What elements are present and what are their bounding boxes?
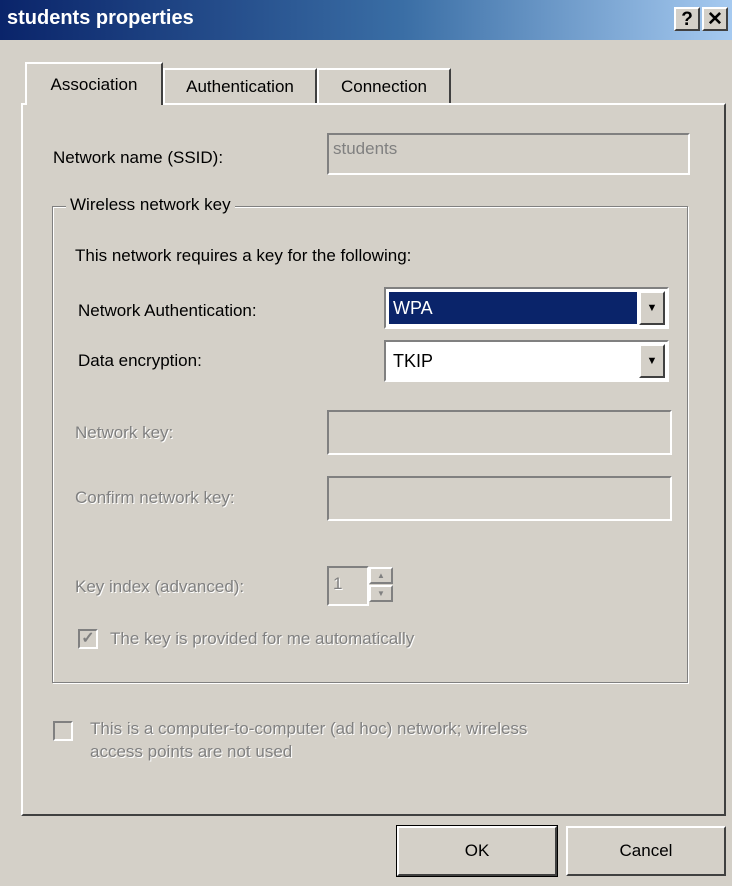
adhoc-label-line2: access points are not used [90, 742, 293, 761]
auto-key-checkbox[interactable]: ✓ [78, 629, 98, 649]
network-key-field[interactable] [327, 410, 672, 455]
help-button[interactable]: ? [674, 7, 700, 31]
requires-key-text: This network requires a key for the foll… [75, 246, 412, 265]
ssid-label: Network name (SSID): [53, 148, 224, 167]
encryption-select[interactable]: TKIP ▼ [384, 340, 669, 382]
auth-label: Network Authentication: [78, 301, 257, 320]
network-key-label: Network key: [75, 423, 174, 442]
checkmark-icon: ✓ [81, 630, 95, 647]
tab-association[interactable]: Association [25, 62, 163, 105]
auto-key-label: The key is provided for me automatically [110, 629, 415, 648]
close-icon: ✕ [707, 8, 723, 30]
auth-value: WPA [389, 292, 637, 324]
confirm-key-field[interactable] [327, 476, 672, 521]
close-button[interactable]: ✕ [702, 7, 728, 31]
arrow-up-icon[interactable]: ▲ [369, 567, 393, 584]
auth-select[interactable]: WPA ▼ [384, 287, 669, 329]
cancel-button[interactable]: Cancel [566, 826, 726, 876]
groupbox-title: Wireless network key [66, 195, 235, 215]
chevron-down-icon[interactable]: ▼ [639, 291, 665, 325]
encryption-value: TKIP [393, 350, 434, 371]
arrow-down-icon[interactable]: ▼ [369, 585, 393, 602]
window-title: students properties [7, 7, 194, 29]
ssid-field[interactable]: students [327, 133, 690, 175]
key-index-field[interactable]: 1 [327, 566, 369, 606]
encryption-label: Data encryption: [78, 351, 202, 370]
chevron-down-icon[interactable]: ▼ [639, 344, 665, 378]
tab-authentication[interactable]: Authentication [163, 68, 317, 103]
tab-connection[interactable]: Connection [317, 68, 451, 103]
key-index-label: Key index (advanced): [75, 577, 245, 596]
adhoc-label-line1: This is a computer-to-computer (ad hoc) … [90, 719, 528, 738]
ok-button[interactable]: OK [396, 825, 558, 877]
adhoc-checkbox[interactable] [53, 721, 73, 741]
confirm-key-label: Confirm network key: [75, 488, 235, 507]
